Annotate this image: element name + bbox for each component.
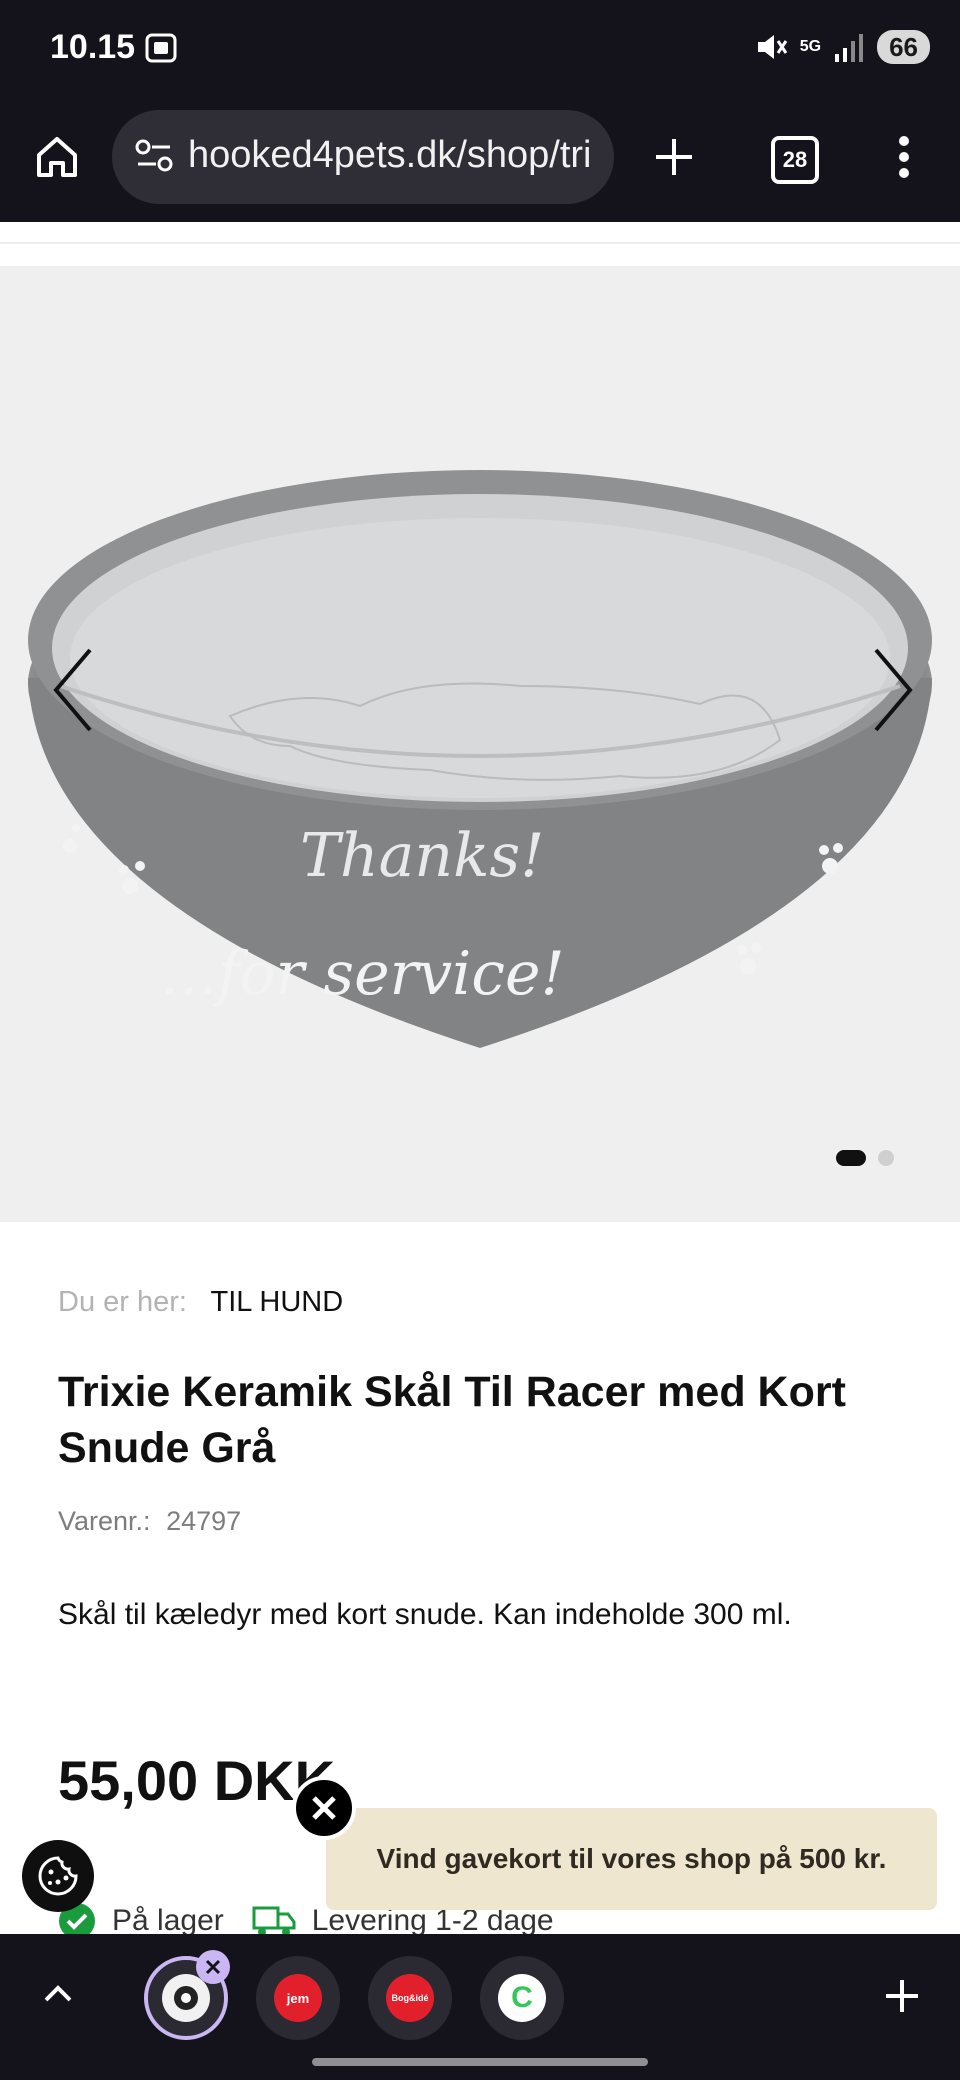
close-icon <box>312 1796 336 1820</box>
next-image-chevron-icon[interactable] <box>862 640 922 740</box>
gallery-dot[interactable] <box>878 1150 894 1166</box>
product-sku: Varenr.: 24797 <box>58 1506 241 1537</box>
chevron-up-icon[interactable] <box>40 1976 76 2012</box>
tab-switcher-button[interactable]: 28 <box>771 136 819 184</box>
status-icons: 5G 66 <box>754 30 930 64</box>
breadcrumb-link-til-hund[interactable]: TIL HUND <box>211 1286 344 1318</box>
stock-status: På lager <box>112 1904 224 1937</box>
tab-chip-c[interactable]: C <box>480 1956 564 2040</box>
header-divider <box>0 242 960 244</box>
product-title: Trixie Keramik Skål Til Racer med Kort S… <box>58 1368 846 1472</box>
cookie-settings-button[interactable] <box>22 1840 94 1912</box>
pet-favicon-icon <box>174 1986 198 2010</box>
status-bar: 10.15 5G 66 <box>0 0 960 100</box>
tab-chip-bog-ide[interactable]: Bog&idé <box>368 1956 452 2040</box>
close-icon <box>205 1959 221 1975</box>
tab-favicon-jem: jem <box>274 1974 322 2022</box>
plus-icon <box>656 139 692 175</box>
close-tab-button[interactable] <box>196 1950 230 1984</box>
gesture-home-indicator[interactable] <box>312 2058 648 2066</box>
promo-banner[interactable]: Vind gavekort til vores shop på 500 kr. <box>326 1808 937 1910</box>
site-settings-icon[interactable] <box>132 134 176 178</box>
signal-icon <box>835 34 864 62</box>
sku-value: 24797 <box>166 1506 242 1536</box>
product-image: Thanks! ...for service! <box>28 470 932 1048</box>
home-button[interactable] <box>30 130 84 184</box>
breadcrumb: Du er her: TIL HUND <box>58 1286 343 1319</box>
promo-close-button[interactable] <box>292 1776 356 1840</box>
sku-label: Varenr.: <box>58 1506 151 1536</box>
screenshot-indicator-icon <box>145 33 177 63</box>
add-tab-plus-icon[interactable] <box>884 1978 920 2014</box>
network-type: 5G <box>799 38 822 55</box>
more-vert-icon <box>899 136 909 178</box>
bowl-text-service: ...for service! <box>160 939 565 1009</box>
bowl-text-thanks: Thanks! <box>300 821 544 891</box>
tab-favicon-bog-ide: Bog&idé <box>386 1974 434 2022</box>
battery-level: 66 <box>877 30 930 64</box>
tab-favicon-c: C <box>498 1974 546 2022</box>
prev-image-chevron-icon[interactable] <box>50 640 110 740</box>
breadcrumb-label: Du er her: <box>58 1286 187 1318</box>
new-tab-button[interactable] <box>647 130 701 184</box>
gallery-pagination <box>836 1150 894 1166</box>
product-image-gallery[interactable]: Thanks! ...for service! <box>0 266 960 1222</box>
status-time: 10.15 <box>50 28 136 66</box>
menu-button[interactable] <box>877 130 931 184</box>
cookie-icon <box>38 1856 78 1896</box>
gallery-dot-active[interactable] <box>836 1150 866 1166</box>
url-text: hooked4pets.dk/shop/tri <box>188 134 592 176</box>
address-bar[interactable]: hooked4pets.dk/shop/tri <box>112 110 614 204</box>
mute-icon <box>757 35 787 59</box>
product-description: Skål til kæledyr med kort snude. Kan ind… <box>58 1598 792 1631</box>
home-icon <box>37 137 77 177</box>
tab-chip-jem[interactable]: jem <box>256 1956 340 2040</box>
